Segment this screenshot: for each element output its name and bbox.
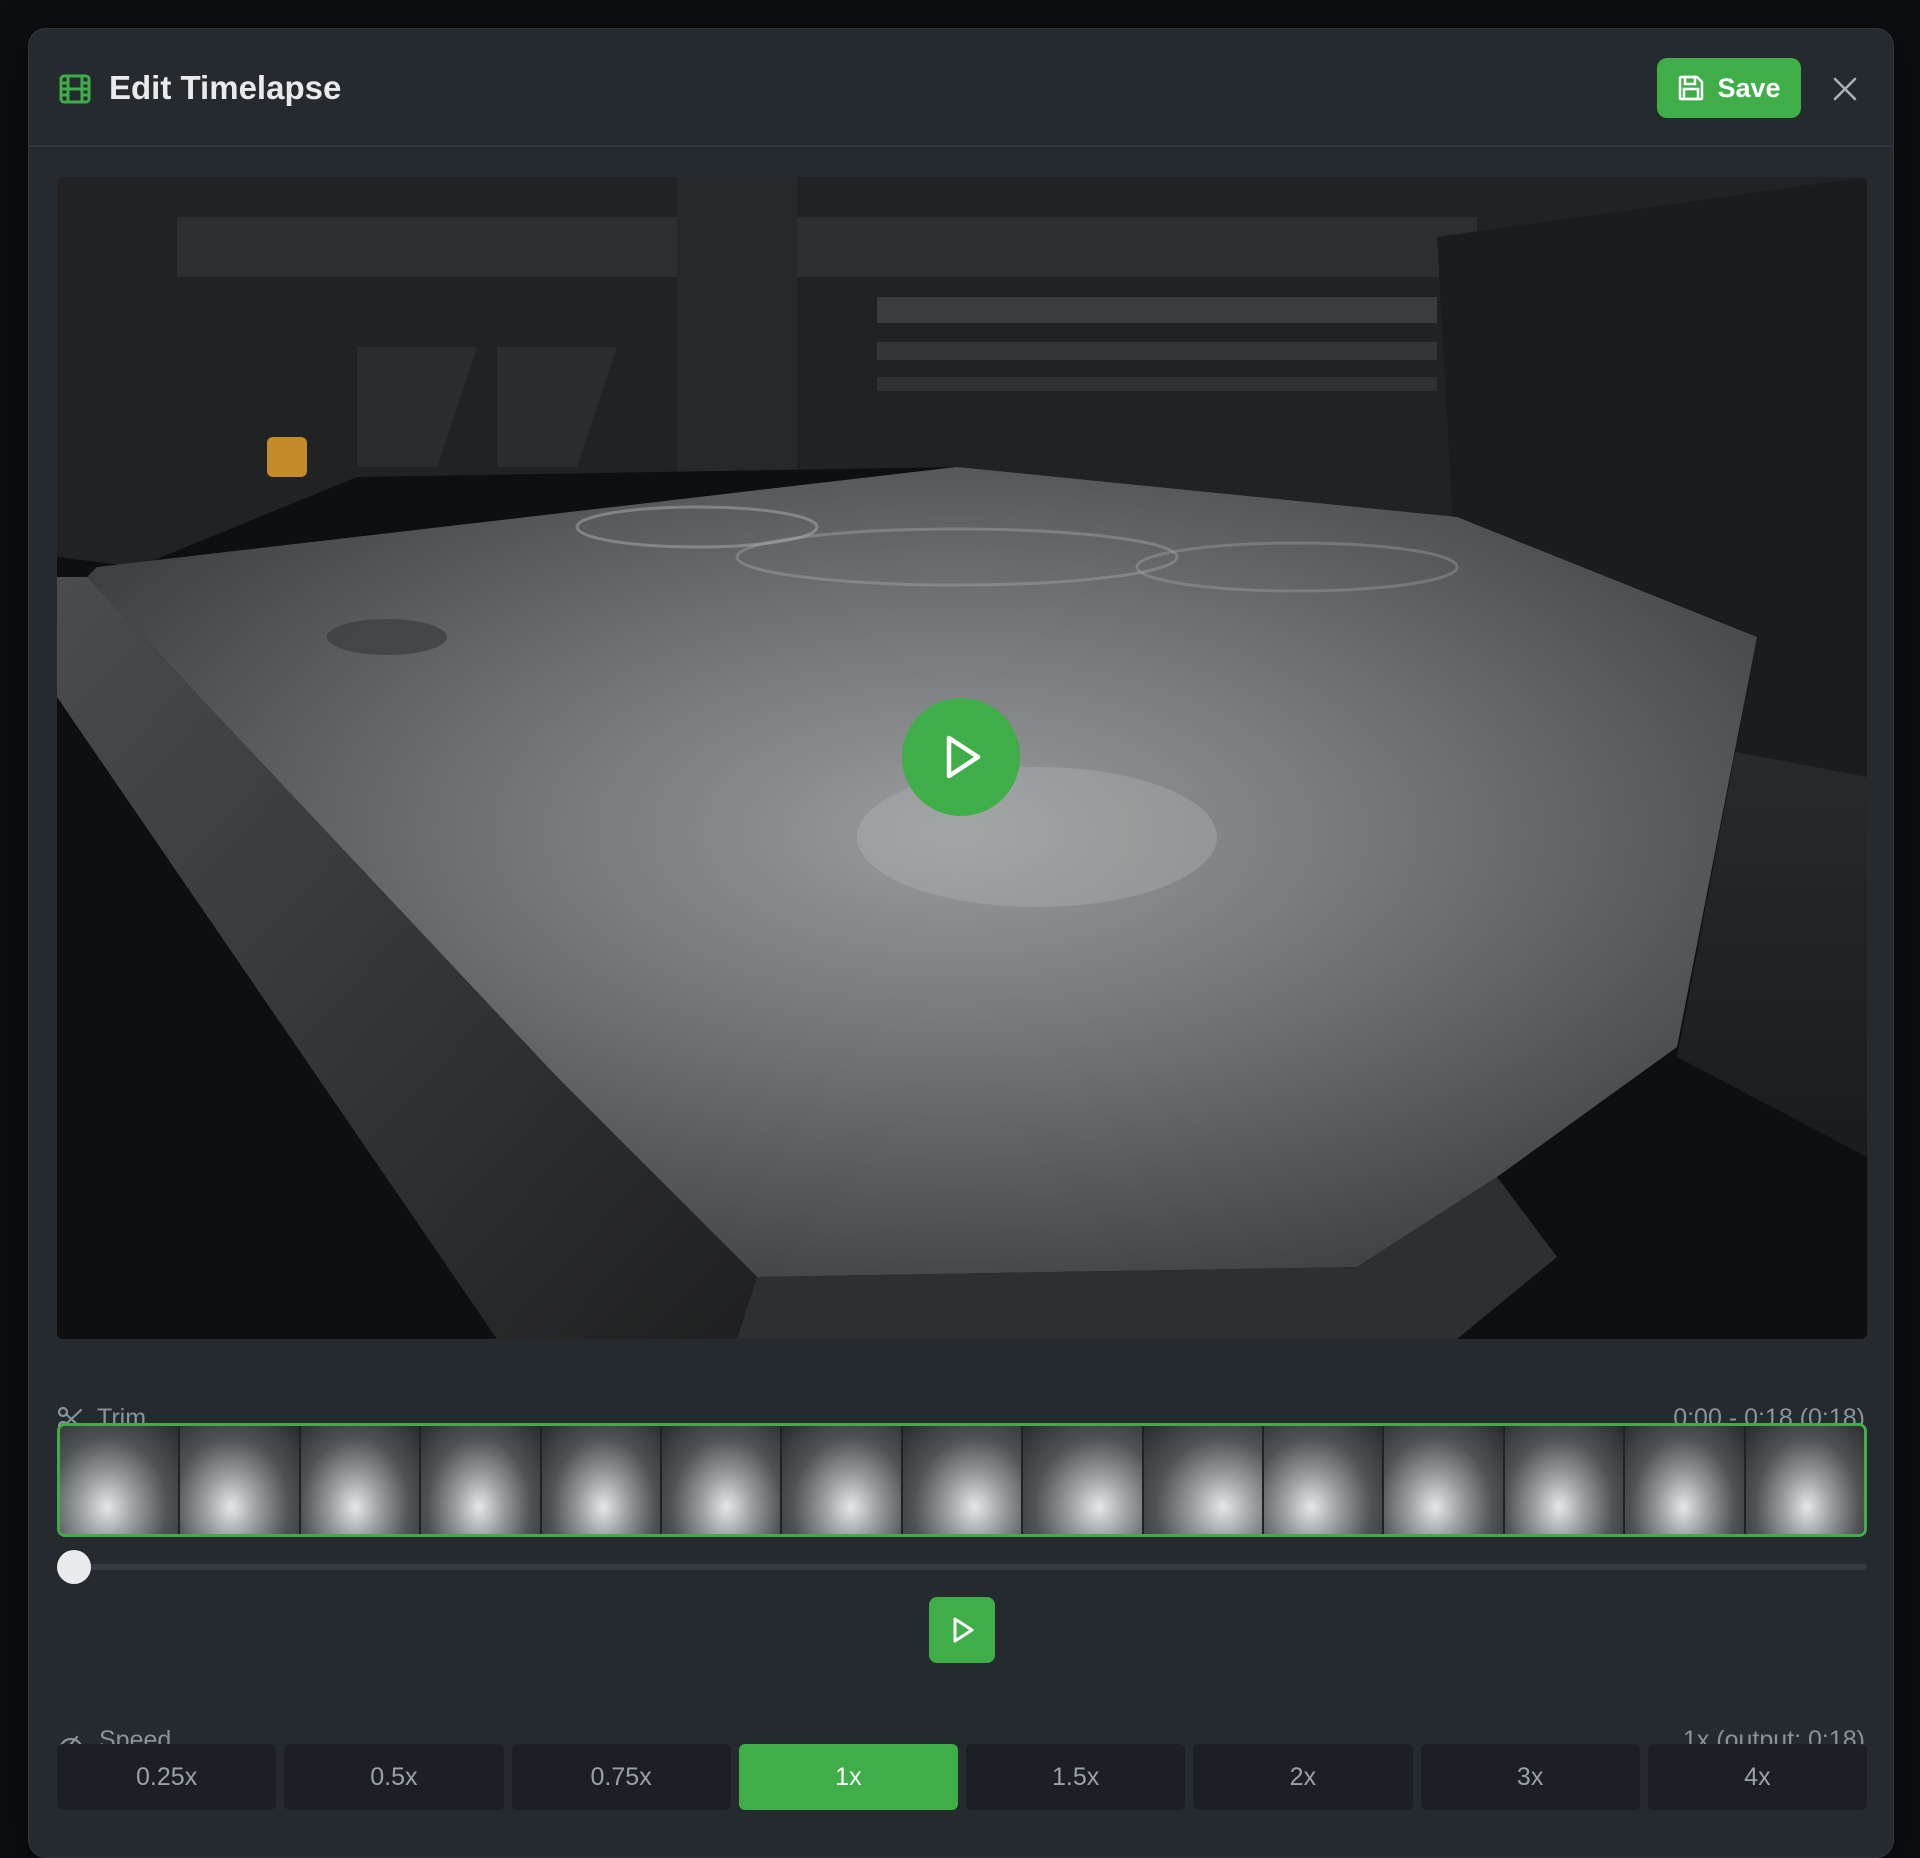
save-button[interactable]: Save: [1657, 58, 1801, 118]
filmstrip-frame: [180, 1426, 301, 1534]
filmstrip-frame: [662, 1426, 783, 1534]
speed-option-button[interactable]: 1x: [738, 1744, 958, 1810]
play-icon: [953, 1617, 974, 1643]
speed-option-button[interactable]: 0.5x: [284, 1744, 504, 1810]
save-button-label: Save: [1717, 72, 1781, 103]
filmstrip-frame: [421, 1426, 542, 1534]
close-button[interactable]: [1825, 69, 1865, 109]
filmstrip-frame: [902, 1426, 1024, 1534]
page-title: Edit Timelapse: [109, 69, 342, 106]
filmstrip-frame: [782, 1426, 903, 1534]
floppy-disk-icon: [1679, 75, 1704, 101]
scrub-handle[interactable]: [57, 1550, 91, 1584]
filmstrip-frame: [300, 1426, 422, 1534]
video-play-button[interactable]: [902, 698, 1020, 816]
filmstrip-frame: [541, 1426, 663, 1534]
filmstrip-frame: [1384, 1426, 1505, 1534]
play-icon: [946, 735, 981, 779]
filmstrip-frame: [1143, 1426, 1265, 1534]
speed-option-button[interactable]: 0.75x: [511, 1744, 731, 1810]
speed-option-button[interactable]: 0.25x: [57, 1744, 277, 1810]
speed-option-button[interactable]: 1.5x: [966, 1744, 1186, 1810]
edit-timelapse-modal: Edit Timelapse Save Trim 0:00 - 0:18 (0:…: [28, 28, 1894, 1858]
film-icon: [59, 74, 91, 104]
filmstrip-frame: [1504, 1426, 1626, 1534]
modal-header: Edit Timelapse Save: [29, 29, 1893, 147]
filmstrip-frame: [1264, 1426, 1385, 1534]
speed-option-button[interactable]: 2x: [1193, 1744, 1413, 1810]
filmstrip-frame: [1023, 1426, 1144, 1534]
speed-option-button[interactable]: 3x: [1420, 1744, 1640, 1810]
video-preview[interactable]: [57, 177, 1867, 1339]
close-icon: [1833, 77, 1857, 101]
filmstrip-frame: [1625, 1426, 1746, 1534]
speed-options: 0.25x 0.5x 0.75x 1x 1.5x 2x 3x 4x: [57, 1744, 1867, 1810]
speed-option-button[interactable]: 4x: [1647, 1744, 1867, 1810]
filmstrip-frame: [1745, 1426, 1864, 1534]
trim-filmstrip[interactable]: [57, 1423, 1867, 1537]
scrub-track[interactable]: [57, 1564, 1867, 1570]
filmstrip-frame: [60, 1426, 181, 1534]
preview-play-button[interactable]: [929, 1597, 995, 1663]
